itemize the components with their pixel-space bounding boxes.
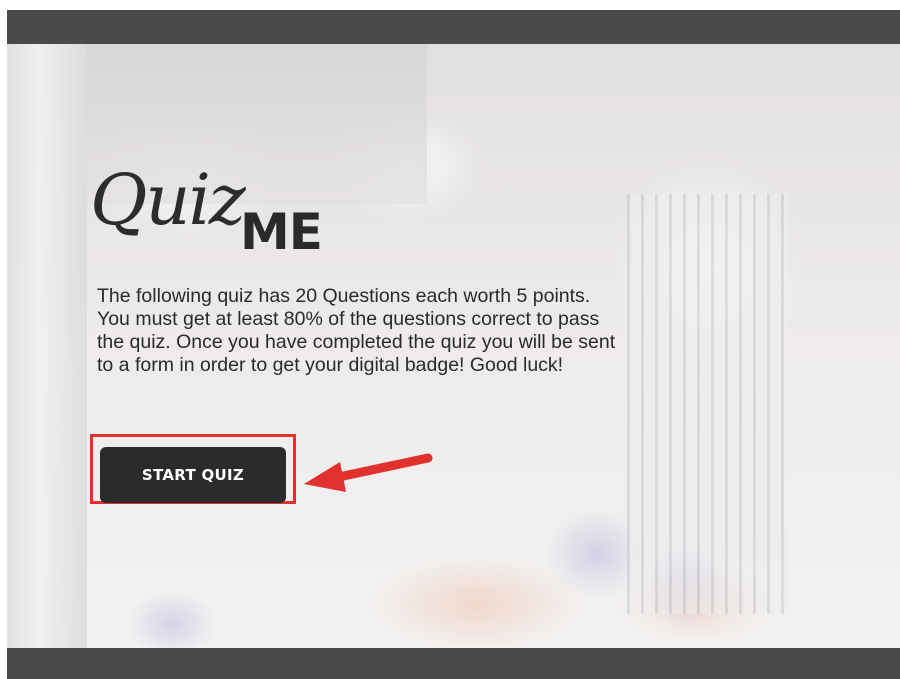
top-bar — [7, 10, 900, 44]
quiz-intro-text: The following quiz has 20 Questions each… — [97, 285, 616, 376]
logo-script-text: Quiz — [90, 159, 246, 241]
red-arrow-icon — [304, 453, 433, 492]
start-quiz-button[interactable]: START QUIZ — [100, 447, 286, 503]
quiz-me-logo: Quiz ME — [90, 165, 350, 260]
logo-block-text: ME — [240, 203, 323, 261]
bottom-bar — [7, 648, 900, 679]
